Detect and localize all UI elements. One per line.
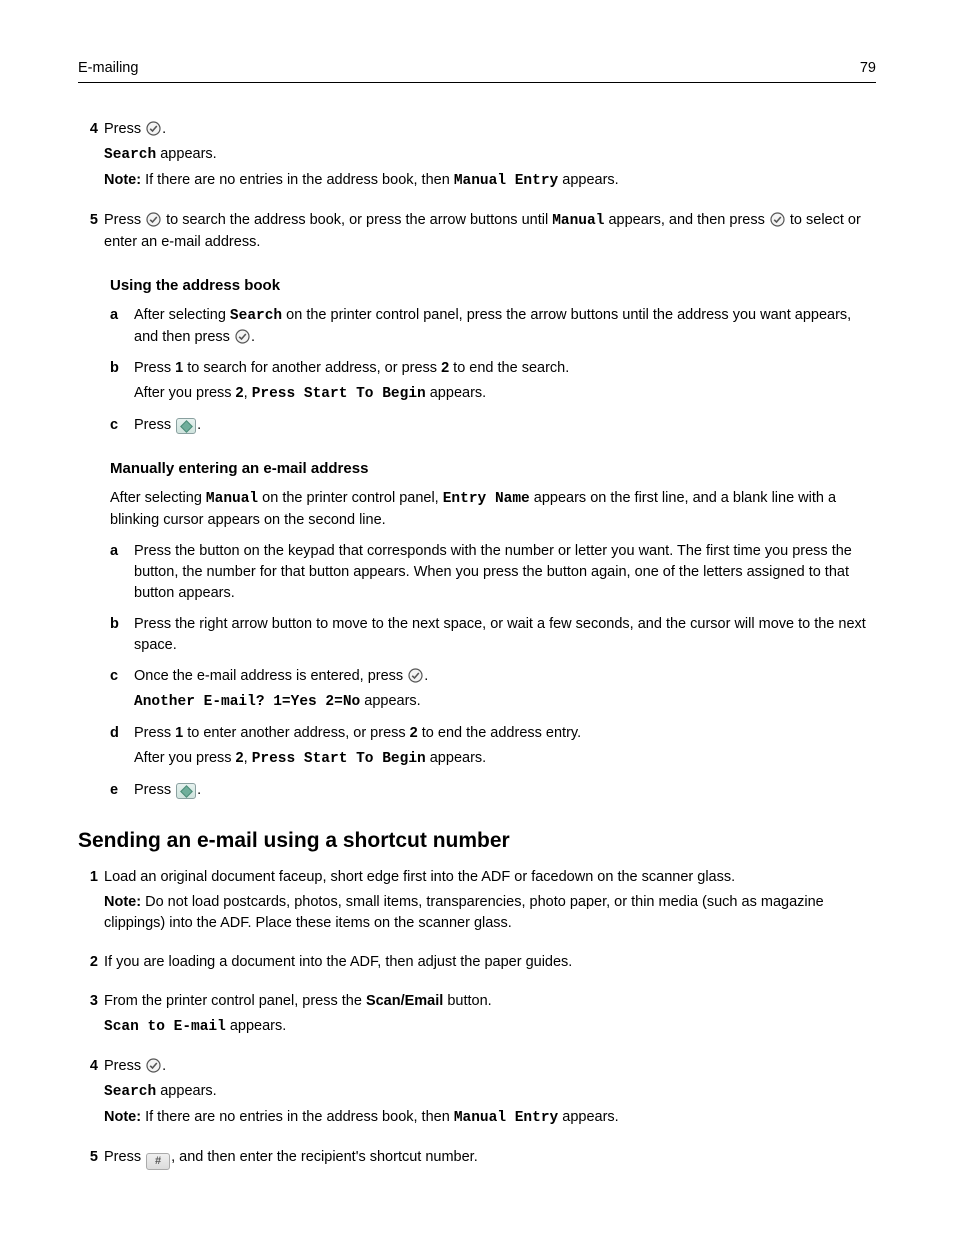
step-3: 3 From the printer control panel, press … xyxy=(78,991,876,1038)
list-item: e Press . xyxy=(110,780,876,801)
list-item: d Press 1 to enter another address, or p… xyxy=(110,723,876,770)
header-left: E-mailing xyxy=(78,60,138,76)
check-circle-icon xyxy=(408,668,423,683)
start-button-icon xyxy=(176,783,196,799)
list-item: c Press . xyxy=(110,415,876,436)
start-button-icon xyxy=(176,418,196,434)
check-circle-icon xyxy=(235,329,250,344)
step-note: Note: If there are no entries in the add… xyxy=(104,170,876,192)
steps-list-part2: 1 Load an original document faceup, shor… xyxy=(78,867,876,1171)
list-item: b Press the right arrow button to move t… xyxy=(110,614,876,656)
list-item: a Press the button on the keypad that co… xyxy=(110,541,876,604)
step-1: 1 Load an original document faceup, shor… xyxy=(78,867,876,934)
step-2: 2 If you are loading a document into the… xyxy=(78,952,876,973)
steps-list-part1: 4 Press . Search appears. Note: If there… xyxy=(78,119,876,801)
step-text: Press to search the address book, or pre… xyxy=(104,210,876,253)
using-address-book-section: Using the address book a After selecting… xyxy=(104,275,876,801)
subheading-manual-entry: Manually entering an e-mail address xyxy=(110,458,876,480)
manual-intro: After selecting Manual on the printer co… xyxy=(110,488,876,531)
page: E-mailing 79 4 Press . Search appears. N… xyxy=(0,0,954,1235)
step-note: Note: Do not load postcards, photos, sma… xyxy=(104,892,876,934)
page-header: E-mailing 79 xyxy=(78,60,876,83)
subheading-using-address-book: Using the address book xyxy=(110,275,876,297)
step-4b: 4 Press . Search appears. Note: If there… xyxy=(78,1056,876,1129)
step-4: 4 Press . Search appears. Note: If there… xyxy=(78,119,876,192)
step-5: 5 Press to search the address book, or p… xyxy=(78,210,876,801)
step-number: 4 xyxy=(78,119,98,140)
step-subtext: Search appears. xyxy=(104,144,876,166)
step-note: Note: If there are no entries in the add… xyxy=(104,1107,876,1129)
step-5b: 5 Press #, and then enter the recipient'… xyxy=(78,1147,876,1170)
check-circle-icon xyxy=(770,212,785,227)
step-number: 5 xyxy=(78,210,98,231)
hash-button-icon: # xyxy=(146,1153,170,1170)
list-item: b Press 1 to search for another address,… xyxy=(110,358,876,405)
step-text: Load an original document faceup, short … xyxy=(104,867,876,888)
list-item: c Once the e-mail address is entered, pr… xyxy=(110,666,876,713)
check-circle-icon xyxy=(146,212,161,227)
manual-entry-list: a Press the button on the keypad that co… xyxy=(110,541,876,801)
step-text: Press . xyxy=(104,119,876,140)
header-page-number: 79 xyxy=(860,60,876,76)
using-address-book-list: a After selecting Search on the printer … xyxy=(110,305,876,436)
list-item: a After selecting Search on the printer … xyxy=(110,305,876,348)
check-circle-icon xyxy=(146,121,161,136)
step-text: Press . xyxy=(104,1056,876,1077)
section-heading: Sending an e-mail using a shortcut numbe… xyxy=(78,829,876,853)
check-circle-icon xyxy=(146,1058,161,1073)
